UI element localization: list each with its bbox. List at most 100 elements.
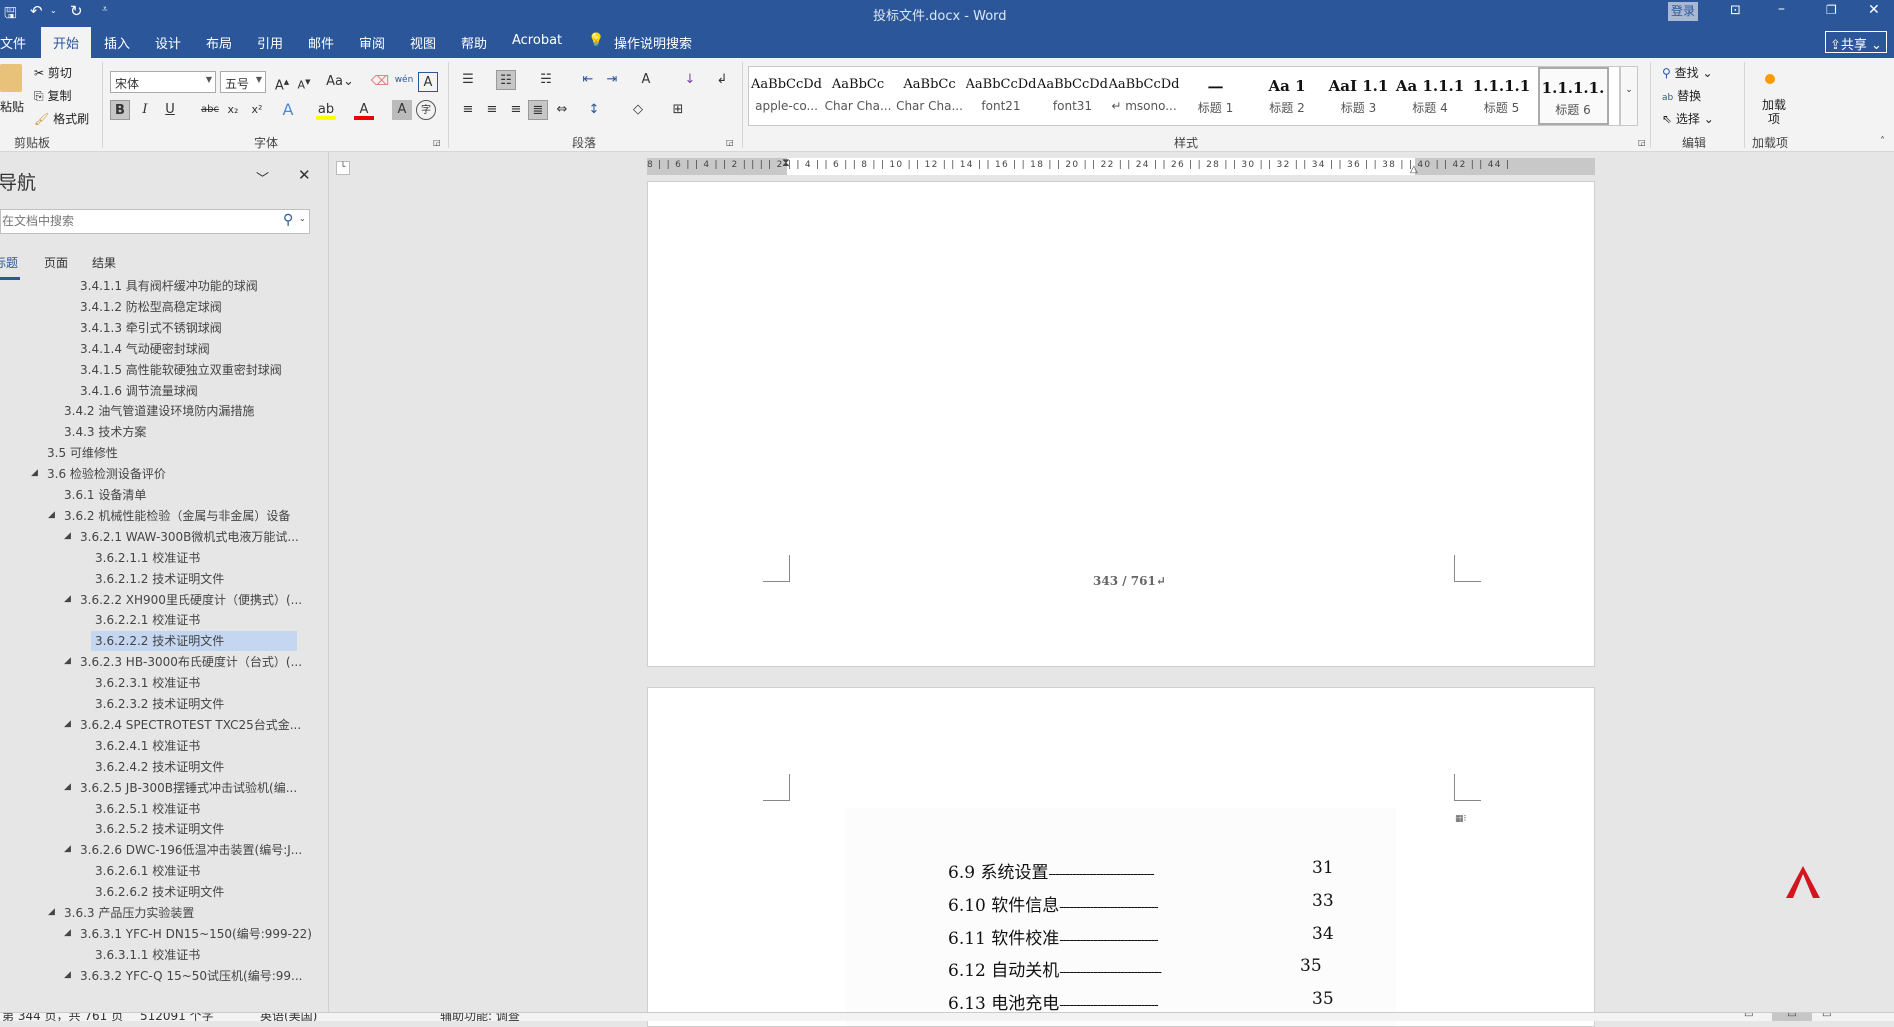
login-button[interactable]: 登录 [1668,2,1698,21]
strikethrough-button[interactable]: abc [197,100,223,120]
nav-heading-item[interactable]: 3.4.1.1 具有阀杆缓冲功能的球阀 [76,276,258,296]
nav-heading-item[interactable]: 3.6.3.2 YFC-Q 15~50试压机(编号:99... [76,966,302,986]
collapse-triangle-icon[interactable]: ◢ [48,907,55,917]
nav-heading-item[interactable]: 3.6.3.1 YFC-H DN15~150(编号:999-22) [76,924,312,944]
nav-heading-item[interactable]: 3.6.2.4 SPECTROTEST TXC25台式金... [76,715,301,735]
format-painter-button[interactable]: 🖌 格式刷 [34,110,89,127]
nav-heading-item[interactable]: 3.6.1 设备清单 [60,485,146,505]
search-icon[interactable]: ⚲ [283,212,293,228]
nav-tab-results[interactable]: 结果 [92,254,116,271]
nav-heading-item[interactable]: 3.6.2.4.1 校准证书 [91,736,200,756]
ribbon-display-options-icon[interactable]: ⊡ [1730,3,1741,18]
style-item[interactable]: 1.1.1.1. 标题 6 [1537,67,1609,125]
style-item[interactable]: AaBbCcDdI font31 [1037,67,1108,125]
undo-dropdown-icon[interactable]: ⌄ [50,6,57,15]
chinese-layout-icon[interactable]: A [636,70,656,90]
nav-heading-item[interactable]: 3.4.3 技术方案 [60,422,146,442]
style-item[interactable]: 一标题 1 [1180,67,1251,125]
line-spacing-icon[interactable]: ↕ [584,100,604,120]
style-item[interactable]: AaI 1.1 标题 3 [1323,67,1394,125]
style-item[interactable]: AaBbCcDd apple-co... [751,67,822,125]
nav-search-box[interactable]: ⚲ ⌄ [0,209,310,234]
nav-heading-item[interactable]: 3.5 可维修性 [43,443,118,463]
customize-toolbar-icon[interactable]: ⩡ [102,4,108,15]
nav-heading-item[interactable]: 3.6.3.1.1 校准证书 [91,945,200,965]
distributed-icon[interactable]: ⇔ [552,100,572,120]
nav-search-input[interactable] [1,210,271,232]
dialog-launcher-icon[interactable]: ◲ [433,138,441,147]
underline-button[interactable]: U [160,100,180,120]
dialog-launcher-icon[interactable]: ◲ [726,138,734,147]
paste-icon[interactable] [0,64,22,92]
phonetic-guide-icon[interactable]: wén [394,70,414,90]
save-icon[interactable]: 🖫 [4,3,17,28]
enclose-characters-icon[interactable]: 字 [416,100,436,120]
nav-heading-item[interactable]: 3.6.2.6 DWC-196低温冲击装置(编号:J... [76,840,302,860]
collapse-triangle-icon[interactable]: ◢ [64,656,71,666]
chevron-down-icon[interactable]: ⌄ [299,214,306,223]
clear-formatting-icon[interactable]: ⌫ [370,72,390,92]
collapse-ribbon-icon[interactable]: ˄ [1880,136,1885,147]
status-language[interactable]: 英语(美国) [260,1013,317,1021]
tab-home[interactable]: 开始 [41,27,92,58]
style-item[interactable]: 1.1.1.1 标题 5 [1466,67,1537,125]
style-item[interactable]: AaBbCcDd font21 [966,67,1037,125]
shrink-font-icon[interactable]: A▼ [294,72,314,92]
copy-button[interactable]: ⎘ 复制 [34,87,71,104]
right-indent-marker[interactable]: △ [1410,164,1418,175]
tab-insert[interactable]: 插入 [104,33,130,52]
borders-icon[interactable]: ⊞ [668,100,688,120]
redo-icon[interactable]: ↻ [70,2,83,20]
align-center-icon[interactable]: ≡ [482,100,502,120]
bullets-icon[interactable]: ☰ [458,70,478,90]
style-item[interactable]: AaBbCcDd ↵ msono... [1109,67,1180,125]
indent-marker[interactable]: ⧗ [782,158,790,170]
collapse-triangle-icon[interactable]: ◢ [48,510,55,520]
styles-more-button[interactable]: ⌄ [1620,66,1638,126]
align-right-icon[interactable]: ≡ [506,100,526,120]
nav-heading-item[interactable]: 3.6.2.2.2 技术证明文件 [91,631,297,652]
collapse-triangle-icon[interactable]: ◢ [64,844,71,854]
tab-design[interactable]: 设计 [155,33,181,52]
print-layout-icon[interactable]: ▭ [1772,1013,1812,1021]
nav-heading-item[interactable]: 3.4.2 油气管道建设环境防内漏措施 [60,401,254,421]
nav-heading-item[interactable]: 3.6.2.5.2 技术证明文件 [91,819,224,839]
italic-button[interactable]: I [135,100,155,120]
nav-heading-item[interactable]: 3.4.1.3 牵引式不锈钢球阀 [76,318,222,338]
character-border-icon[interactable]: A [418,72,438,92]
bold-button[interactable]: B [110,100,130,120]
decrease-indent-icon[interactable]: ⇤ [578,70,598,90]
status-page[interactable]: 第 344 页，共 761 页 [2,1013,123,1021]
nav-heading-item[interactable]: 3.4.1.4 气动硬密封球阀 [76,339,210,359]
web-layout-icon[interactable]: ▭ [1822,1013,1831,1020]
collapse-triangle-icon[interactable]: ◢ [64,594,71,604]
tab-references[interactable]: 引用 [257,33,283,52]
shading-icon[interactable]: ◇ [628,100,648,120]
dialog-launcher-icon[interactable]: ◲ [1638,138,1646,147]
load-addins-button[interactable]: 加载项 [1762,98,1786,126]
tab-review[interactable]: 审阅 [359,33,385,52]
nav-heading-item[interactable]: 3.6.2 机械性能检验（金属与非金属）设备 [60,506,290,526]
collapse-triangle-icon[interactable]: ◢ [64,531,71,541]
nav-heading-item[interactable]: 3.6.2.1.1 校准证书 [91,548,200,568]
status-words[interactable]: 512091 个字 [140,1013,214,1021]
grow-font-icon[interactable]: A▲ [272,72,292,93]
cut-button[interactable]: ✂ 剪切 [34,64,72,81]
nav-heading-item[interactable]: 3.6.2.6.2 技术证明文件 [91,882,224,902]
nav-heading-item[interactable]: 3.6.2.3.1 校准证书 [91,673,200,693]
chevron-down-icon[interactable]: ﹀ [256,168,269,187]
tab-acrobat[interactable]: Acrobat [512,33,562,48]
nav-heading-item[interactable]: 3.6.2.4.2 技术证明文件 [91,757,224,777]
font-size-select[interactable]: 五号 ▼ [220,71,266,93]
style-item[interactable]: AaBbCc Char Cha... [823,67,894,125]
font-color-icon[interactable]: A [354,100,374,120]
character-shading-icon[interactable]: A [392,100,412,120]
nav-heading-item[interactable]: 3.6.2.5.1 校准证书 [91,799,200,819]
style-item[interactable]: Aa 1.1.1 标题 4 [1395,67,1466,125]
nav-heading-item[interactable]: 3.6.2.2 XH900里氏硬度计（便携式）(... [76,590,302,610]
subscript-button[interactable]: x₂ [223,100,243,120]
tab-selector[interactable]: └ [336,161,350,175]
share-button[interactable]: ⇪共享 ⌄ [1825,31,1887,53]
collapse-triangle-icon[interactable]: ◢ [64,782,71,792]
nav-heading-item[interactable]: 3.6.2.1.2 技术证明文件 [91,569,224,589]
